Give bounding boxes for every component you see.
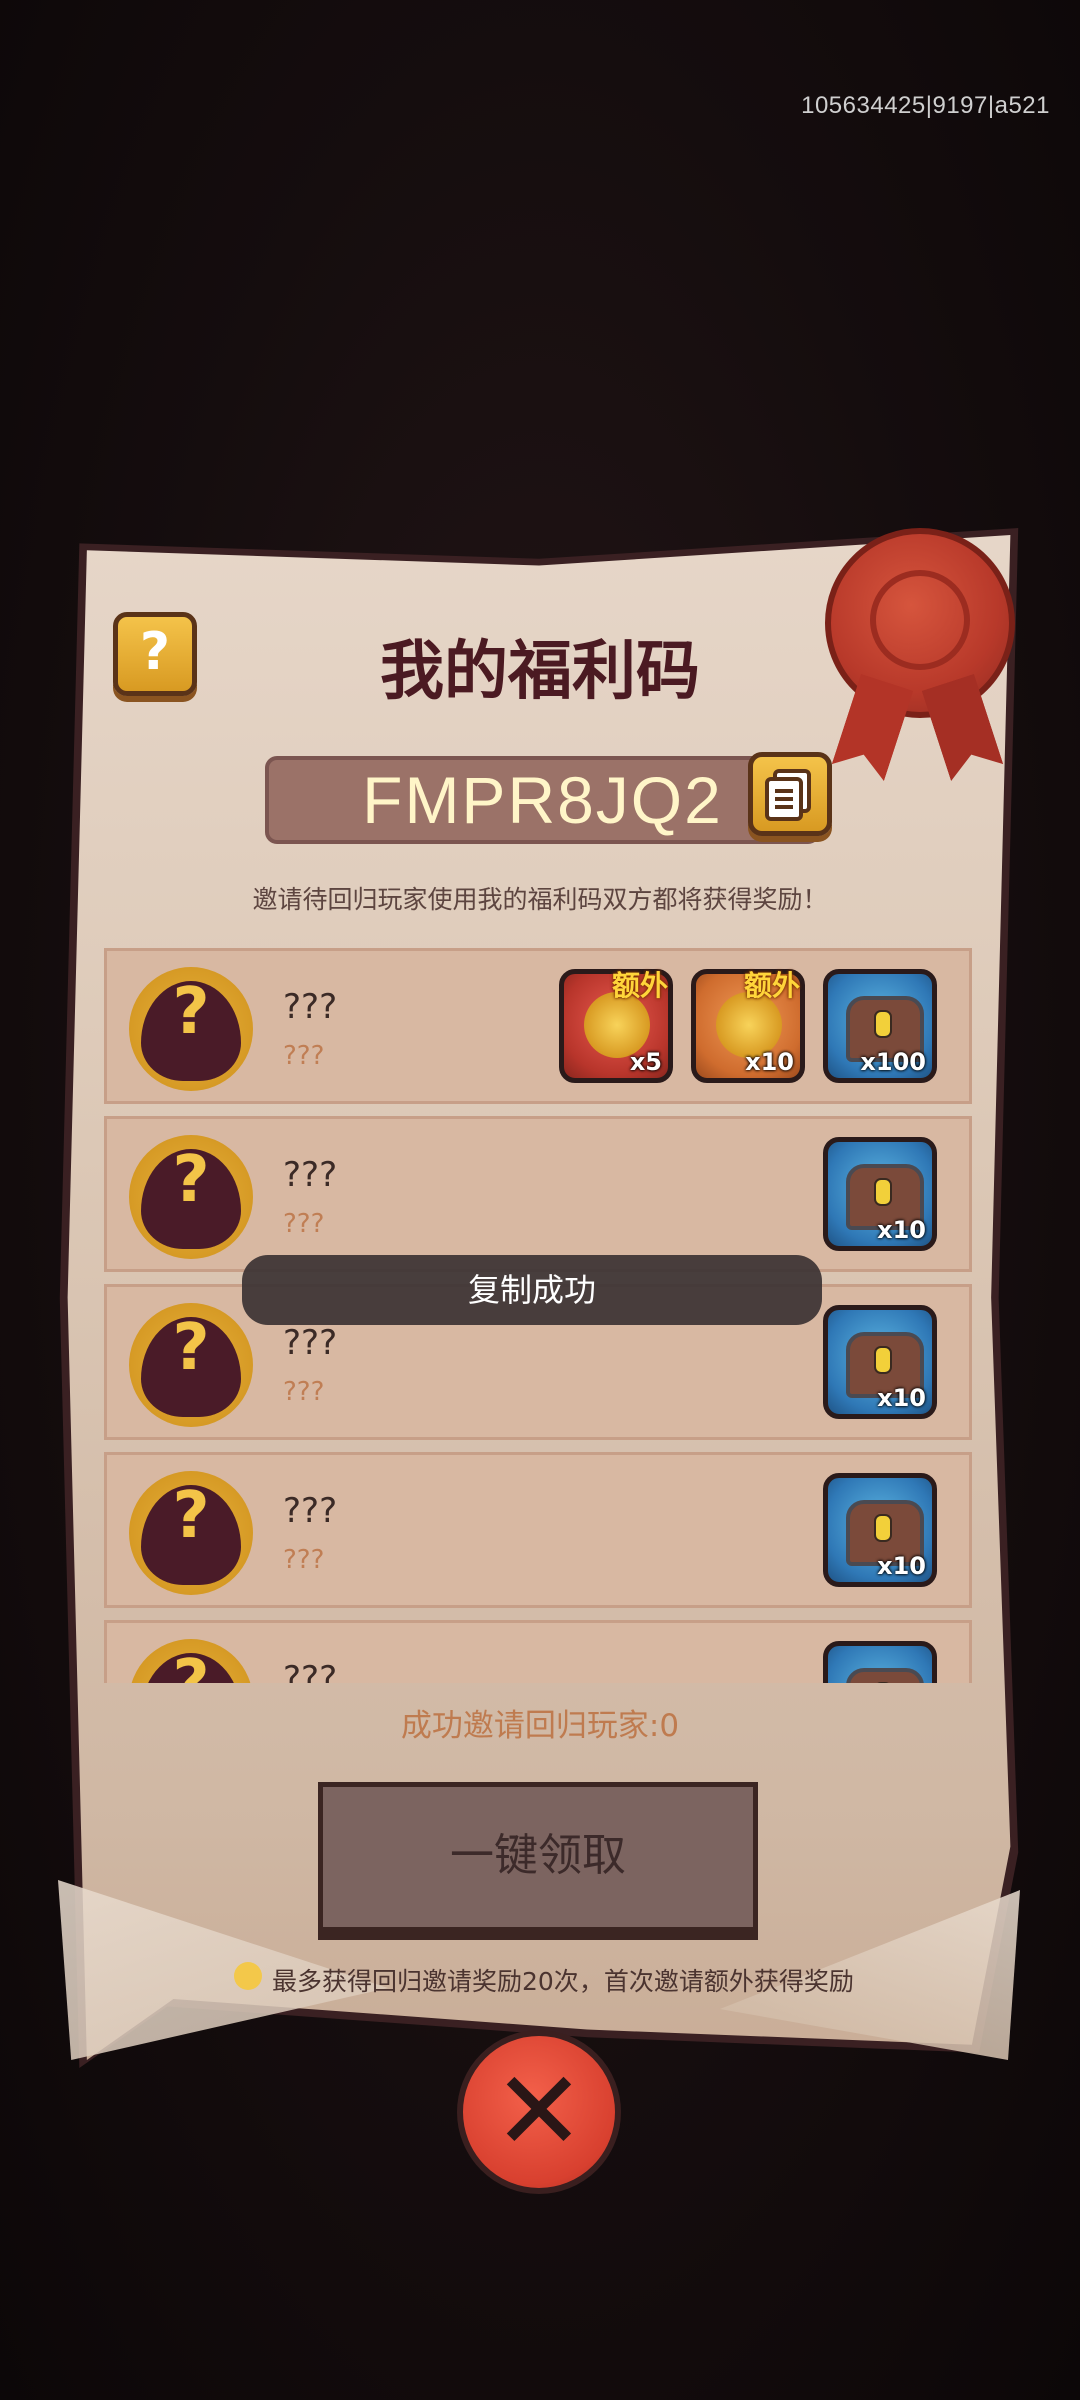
reward-item[interactable]: x10 — [823, 1137, 937, 1251]
reward-quantity: x10 — [877, 1216, 926, 1244]
chest-lock-icon — [874, 1010, 892, 1038]
avatar: ? — [129, 1303, 253, 1427]
player-name: ??? — [283, 987, 338, 1027]
chest-lock-icon — [874, 1514, 892, 1542]
reward-item[interactable]: x10 — [823, 1305, 937, 1419]
reward-item[interactable]: 额外 x5 — [559, 969, 673, 1083]
close-icon: ✕ — [492, 2047, 586, 2175]
avatar: ? — [129, 967, 253, 1091]
reward-item[interactable]: x100 — [823, 969, 937, 1083]
page-title: 我的福利码 — [380, 635, 700, 709]
avatar: ? — [129, 1639, 253, 1683]
extra-badge: 额外 — [612, 969, 669, 1002]
list-item: ? ??? ??? x10 — [104, 1452, 972, 1608]
question-mark-icon: ? — [172, 1311, 210, 1385]
reward-quantity: x5 — [629, 1048, 662, 1076]
list-item: ? ??? ??? 额外 x5 额外 x10 x100 — [104, 948, 972, 1104]
player-subtitle: ??? — [283, 1545, 325, 1575]
player-subtitle: ??? — [283, 1209, 325, 1239]
reward-quantity: x100 — [860, 1048, 926, 1076]
reward-limit-note: 最多获得回归邀请奖励20次，首次邀请额外获得奖励 — [272, 1967, 854, 1996]
copy-success-toast: 复制成功 — [242, 1255, 822, 1325]
treasure-chest-icon — [846, 1668, 924, 1683]
player-name: ??? — [283, 1155, 338, 1195]
player-name: ??? — [283, 1659, 338, 1683]
player-name: ??? — [283, 1323, 338, 1363]
extra-badge: 额外 — [744, 969, 801, 1002]
player-subtitle: ??? — [283, 1041, 325, 1071]
chest-lock-icon — [874, 1346, 892, 1374]
invited-count: 成功邀请回归玩家:0 — [400, 1708, 680, 1744]
question-mark-icon: ? — [172, 1143, 210, 1217]
question-mark-icon: ? — [172, 1479, 210, 1553]
question-mark-icon: ? — [172, 975, 210, 1049]
list-item: ? ??? ??? — [104, 1620, 972, 1683]
player-name: ??? — [283, 1491, 338, 1531]
avatar: ? — [129, 1135, 253, 1259]
close-button[interactable]: ✕ — [457, 2030, 621, 2194]
player-subtitle: ??? — [283, 1377, 325, 1407]
list-item: ? ??? ??? x10 — [104, 1116, 972, 1272]
reward-quantity: x10 — [745, 1048, 794, 1076]
reward-quantity: x10 — [877, 1552, 926, 1580]
chest-lock-icon — [874, 1178, 892, 1206]
reward-item[interactable]: x10 — [823, 1473, 937, 1587]
invite-description: 邀请待回归玩家使用我的福利码双方都将获得奖励！ — [252, 885, 828, 914]
reward-quantity: x10 — [877, 1384, 926, 1412]
reward-item[interactable]: 额外 x10 — [691, 969, 805, 1083]
copy-code-button[interactable] — [748, 752, 832, 836]
avatar: ? — [129, 1471, 253, 1595]
claim-all-button[interactable]: 一键领取 — [318, 1782, 758, 1932]
question-mark-icon: ? — [129, 1647, 253, 1683]
reward-item[interactable] — [823, 1641, 937, 1683]
debug-id-text: 105634425|9197|a521 — [801, 92, 1050, 119]
coin-icon — [234, 1962, 262, 1990]
welfare-code-display: FMPR8JQ2 — [265, 756, 820, 844]
copy-icon — [765, 769, 811, 821]
